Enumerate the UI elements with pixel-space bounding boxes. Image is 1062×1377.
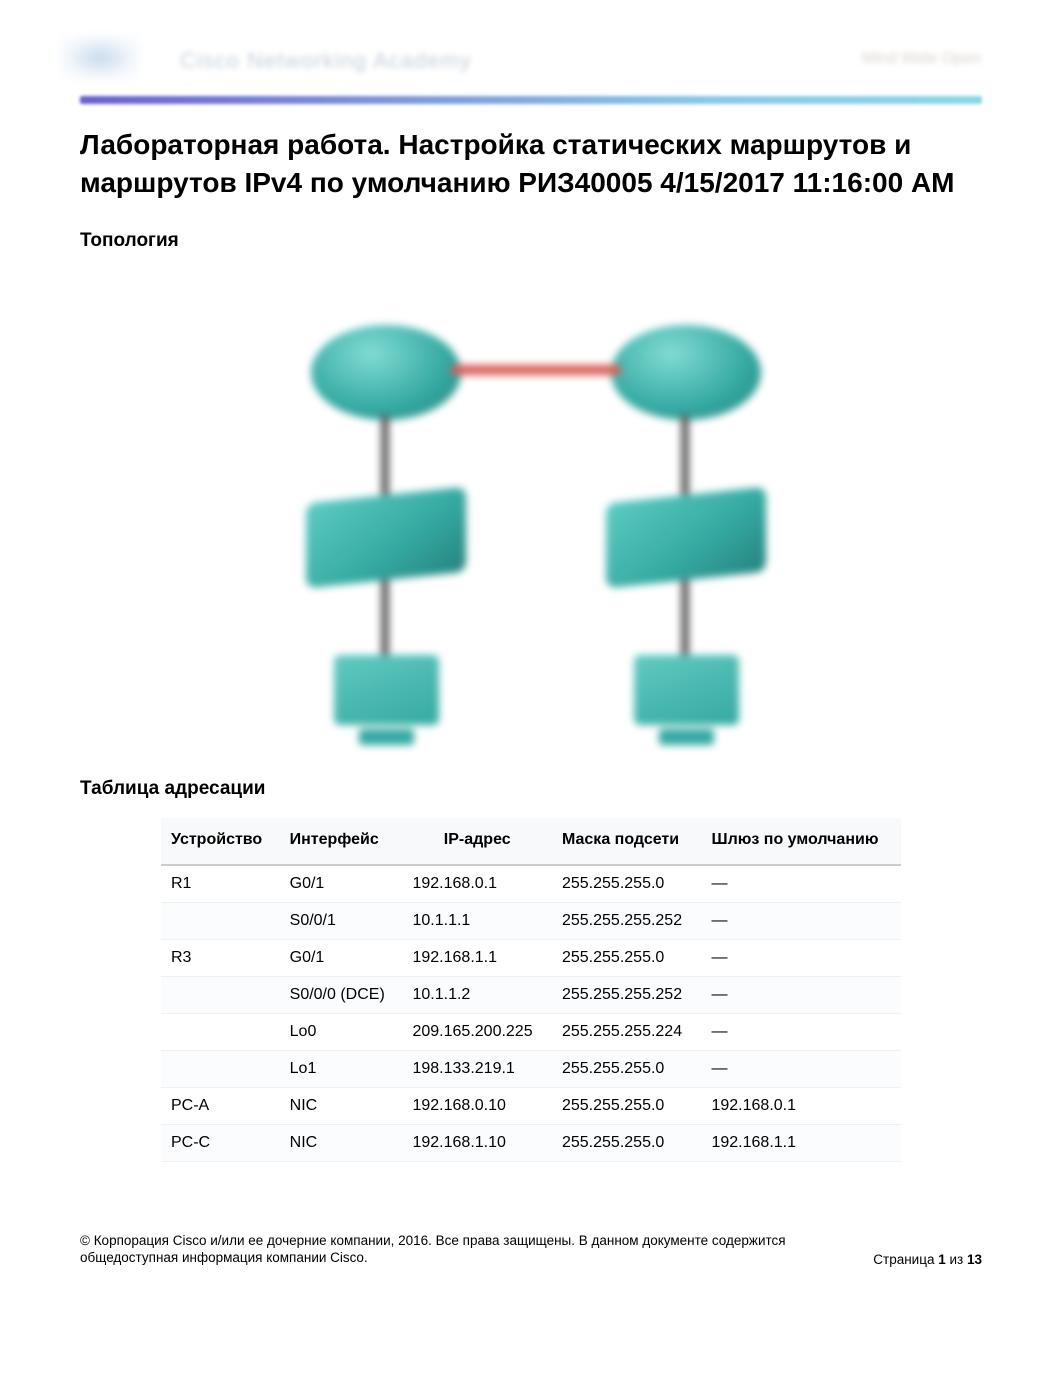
table-row: R3G0/1192.168.1.1255.255.255.0—: [161, 939, 901, 976]
footer-page-total: 13: [967, 1252, 982, 1267]
col-device: Устройство: [161, 818, 280, 865]
cell-interface: NIC: [280, 1124, 403, 1161]
router-icon: [611, 325, 761, 420]
cell-gateway: —: [701, 902, 901, 939]
table-row: Lo1198.133.219.1255.255.255.0—: [161, 1050, 901, 1087]
col-ip: IP-адрес: [402, 818, 552, 865]
cell-gateway: 192.168.1.1: [701, 1124, 901, 1161]
cell-interface: Lo0: [280, 1013, 403, 1050]
cell-mask: 255.255.255.252: [552, 902, 702, 939]
cell-device: [161, 976, 280, 1013]
footer-page-sep: из: [946, 1252, 967, 1267]
col-mask: Маска подсети: [552, 818, 702, 865]
cell-mask: 255.255.255.224: [552, 1013, 702, 1050]
cell-device: R3: [161, 939, 280, 976]
cell-ip: 192.168.1.1: [402, 939, 552, 976]
document-title: Лабораторная работа. Настройка статическ…: [80, 126, 982, 202]
table-row: PC-ANIC192.168.0.10255.255.255.0192.168.…: [161, 1087, 901, 1124]
cell-device: [161, 902, 280, 939]
section-addressing-heading: Таблица адресации: [80, 778, 982, 800]
cell-device: R1: [161, 865, 280, 903]
cell-mask: 255.255.255.252: [552, 976, 702, 1013]
ethernet-link-icon: [381, 415, 389, 495]
page-footer: © Корпорация Cisco и/или ее дочерние ком…: [80, 1232, 982, 1267]
footer-page-current: 1: [938, 1252, 946, 1267]
topology-diagram-wrap: [80, 270, 982, 750]
cell-gateway: —: [701, 1050, 901, 1087]
section-topology-heading: Топология: [80, 230, 982, 252]
cell-mask: 255.255.255.0: [552, 939, 702, 976]
cell-gateway: —: [701, 1013, 901, 1050]
footer-page-prefix: Страница: [873, 1252, 938, 1267]
table-row: S0/0/0 (DCE)10.1.1.2255.255.255.252—: [161, 976, 901, 1013]
table-row: R1G0/1192.168.0.1255.255.255.0—: [161, 865, 901, 903]
cell-interface: Lo1: [280, 1050, 403, 1087]
header-divider: [80, 96, 982, 104]
serial-link-icon: [451, 365, 621, 375]
page-header: Cisco Networking Academy Mind Wide Open: [80, 30, 982, 90]
pc-base-icon: [359, 729, 414, 745]
document-page: Cisco Networking Academy Mind Wide Open …: [0, 0, 1062, 1307]
cell-device: [161, 1013, 280, 1050]
cell-interface: S0/0/1: [280, 902, 403, 939]
cell-gateway: —: [701, 865, 901, 903]
cell-ip: 192.168.0.1: [402, 865, 552, 903]
topology-diagram: [251, 270, 811, 750]
header-brand-text: Cisco Networking Academy: [180, 48, 500, 76]
cell-device: PC-A: [161, 1087, 280, 1124]
cell-mask: 255.255.255.0: [552, 1124, 702, 1161]
cell-ip: 192.168.0.10: [402, 1087, 552, 1124]
cell-gateway: 192.168.0.1: [701, 1087, 901, 1124]
pc-icon: [326, 655, 446, 745]
pc-icon: [626, 655, 746, 745]
cell-mask: 255.255.255.0: [552, 1087, 702, 1124]
pc-monitor-icon: [334, 655, 439, 725]
footer-copyright: © Корпорация Cisco и/или ее дочерние ком…: [80, 1232, 800, 1267]
ethernet-link-icon: [681, 415, 689, 495]
cell-ip: 198.133.219.1: [402, 1050, 552, 1087]
table-row: S0/0/110.1.1.1255.255.255.252—: [161, 902, 901, 939]
table-row: PC-CNIC192.168.1.10255.255.255.0192.168.…: [161, 1124, 901, 1161]
switch-icon: [306, 486, 466, 588]
cell-mask: 255.255.255.0: [552, 1050, 702, 1087]
cell-device: [161, 1050, 280, 1087]
switch-icon: [606, 486, 766, 588]
col-interface: Интерфейс: [280, 818, 403, 865]
cell-device: PC-C: [161, 1124, 280, 1161]
cell-ip: 192.168.1.10: [402, 1124, 552, 1161]
cisco-logo-blur: [60, 35, 140, 80]
pc-monitor-icon: [634, 655, 739, 725]
cell-gateway: —: [701, 976, 901, 1013]
cell-mask: 255.255.255.0: [552, 865, 702, 903]
ethernet-link-icon: [681, 580, 689, 660]
footer-page-number: Страница 1 из 13: [873, 1252, 982, 1267]
addressing-table: Устройство Интерфейс IP-адрес Маска подс…: [161, 818, 901, 1162]
cell-ip: 10.1.1.2: [402, 976, 552, 1013]
pc-base-icon: [659, 729, 714, 745]
cell-interface: G0/1: [280, 865, 403, 903]
col-gateway: Шлюз по умолчанию: [701, 818, 901, 865]
header-right-text: Mind Wide Open: [862, 50, 982, 72]
router-icon: [311, 325, 461, 420]
table-row: Lo0209.165.200.225255.255.255.224—: [161, 1013, 901, 1050]
ethernet-link-icon: [381, 580, 389, 660]
cell-interface: NIC: [280, 1087, 403, 1124]
table-header-row: Устройство Интерфейс IP-адрес Маска подс…: [161, 818, 901, 865]
cell-interface: S0/0/0 (DCE): [280, 976, 403, 1013]
cell-gateway: —: [701, 939, 901, 976]
cell-interface: G0/1: [280, 939, 403, 976]
cell-ip: 209.165.200.225: [402, 1013, 552, 1050]
cell-ip: 10.1.1.1: [402, 902, 552, 939]
